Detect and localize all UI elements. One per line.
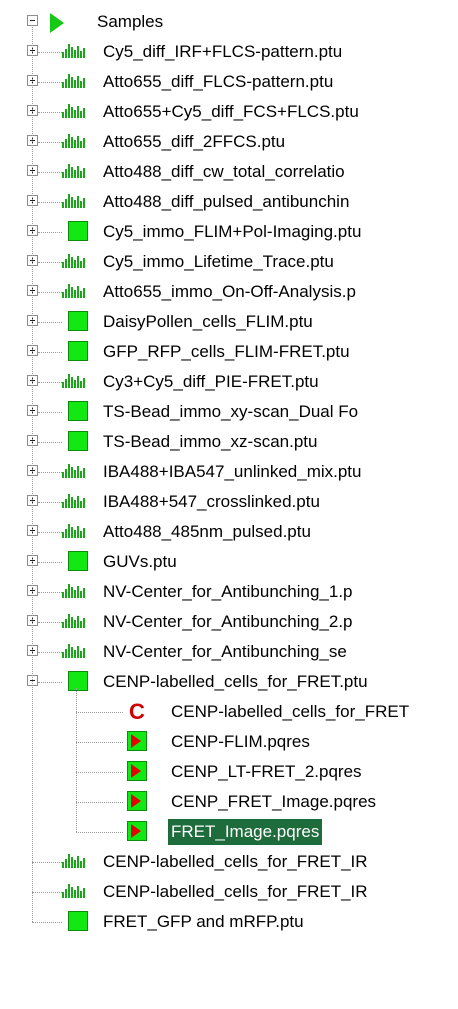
histogram-icon <box>60 487 88 517</box>
tree-item-label: Cy5_immo_Lifetime_Trace.ptu <box>103 252 334 271</box>
tree-item[interactable]: CENP-labelled_cells_for_FRET_IR <box>0 877 458 907</box>
tree-item[interactable]: DaisyPollen_cells_FLIM.ptu <box>0 307 458 337</box>
file-tree: Samples Cy5_diff_IRF+FLCS-pattern.ptu Atto… <box>0 0 458 1009</box>
histogram-icon <box>60 157 88 187</box>
tree-item[interactable]: GUVs.ptu <box>0 547 458 577</box>
tree-item-label: Atto655_diff_2FFCS.ptu <box>103 132 286 151</box>
tree-item[interactable]: NV-Center_for_Antibunching_2.p <box>0 607 458 637</box>
tree-item-label: Atto488_diff_pulsed_antibunchin <box>103 192 350 211</box>
play-icon <box>46 7 66 37</box>
histogram-icon <box>60 847 88 877</box>
tree-item-label: FRET_Image.pqres <box>168 819 323 845</box>
tree-item[interactable]: Cy5_immo_Lifetime_Trace.ptu <box>0 247 458 277</box>
tree-item[interactable]: Cy3+Cy5_diff_PIE-FRET.ptu <box>0 367 458 397</box>
tree-item[interactable]: Atto488_485nm_pulsed.ptu <box>0 517 458 547</box>
tree-child-item[interactable]: CENP_LT-FRET_2.pqres <box>0 757 458 787</box>
tree-item[interactable]: GFP_RFP_cells_FLIM-FRET.ptu <box>0 337 458 367</box>
tree-root-samples[interactable]: Samples <box>0 7 458 37</box>
tree-item[interactable]: Atto655+Cy5_diff_FCS+FLCS.ptu <box>0 97 458 127</box>
tree-item-label: FRET_GFP and mRFP.ptu <box>103 912 304 931</box>
histogram-icon <box>60 97 88 127</box>
tree-item[interactable]: Atto488_diff_cw_total_correlatio <box>0 157 458 187</box>
tree-item-label: Cy5_immo_FLIM+Pol-Imaging.ptu <box>103 222 362 241</box>
histogram-icon <box>60 577 88 607</box>
tree-item-label: Atto488_485nm_pulsed.ptu <box>103 522 311 541</box>
image-square-icon <box>68 671 88 691</box>
tree-item[interactable]: Atto488_diff_pulsed_antibunchin <box>0 187 458 217</box>
histogram-icon <box>60 637 88 667</box>
histogram-icon <box>60 127 88 157</box>
tree-child-item[interactable]: CENP-FLIM.pqres <box>0 727 458 757</box>
correlation-c-icon: C <box>129 699 145 724</box>
tree-item-label: IBA488+IBA547_unlinked_mix.ptu <box>103 462 362 481</box>
tree-item-label: NV-Center_for_Antibunching_2.p <box>103 612 353 631</box>
tree-item-selected[interactable]: FRET_Image.pqres <box>0 817 458 847</box>
image-square-icon <box>68 341 88 361</box>
tree-item[interactable]: IBA488+547_crosslinked.ptu <box>0 487 458 517</box>
histogram-icon <box>60 247 88 277</box>
result-play-icon <box>127 821 147 841</box>
tree-item-label: CENP-labelled_cells_for_FRET.ptu <box>103 672 368 691</box>
image-square-icon <box>68 431 88 451</box>
result-play-icon <box>127 731 147 751</box>
tree-child-item[interactable]: CENP_FRET_Image.pqres <box>0 787 458 817</box>
histogram-icon <box>60 457 88 487</box>
tree-item-label: IBA488+547_crosslinked.ptu <box>103 492 320 511</box>
tree-child-item[interactable]: C CENP-labelled_cells_for_FRET <box>0 697 458 727</box>
image-square-icon <box>68 551 88 571</box>
histogram-icon <box>60 277 88 307</box>
tree-item-label: DaisyPollen_cells_FLIM.ptu <box>103 312 313 331</box>
tree-item-label: Atto655+Cy5_diff_FCS+FLCS.ptu <box>103 102 359 121</box>
tree-item[interactable]: Atto655_immo_On-Off-Analysis.p <box>0 277 458 307</box>
tree-item-label: GUVs.ptu <box>103 552 177 571</box>
tree-item[interactable]: NV-Center_for_Antibunching_1.p <box>0 577 458 607</box>
tree-item-label: Atto488_diff_cw_total_correlatio <box>103 162 345 181</box>
tree-item-label: CENP-labelled_cells_for_FRET_IR <box>103 852 368 871</box>
image-square-icon <box>68 401 88 421</box>
tree-item[interactable]: Atto655_diff_FLCS-pattern.ptu <box>0 67 458 97</box>
tree-item[interactable]: FRET_GFP and mRFP.ptu <box>0 907 458 937</box>
tree-item[interactable]: IBA488+IBA547_unlinked_mix.ptu <box>0 457 458 487</box>
tree-item[interactable]: TS-Bead_immo_xy-scan_Dual Fo <box>0 397 458 427</box>
histogram-icon <box>60 67 88 97</box>
histogram-icon <box>60 517 88 547</box>
tree-guide-line <box>32 27 33 922</box>
tree-item-label: TS-Bead_immo_xy-scan_Dual Fo <box>103 402 359 421</box>
histogram-icon <box>60 37 88 67</box>
tree-item-label: Atto655_diff_FLCS-pattern.ptu <box>103 72 334 91</box>
tree-item-label: GFP_RFP_cells_FLIM-FRET.ptu <box>103 342 350 361</box>
tree-item[interactable]: CENP-labelled_cells_for_FRET.ptu <box>0 667 458 697</box>
tree-item[interactable]: TS-Bead_immo_xz-scan.ptu <box>0 427 458 457</box>
tree-item-label: TS-Bead_immo_xz-scan.ptu <box>103 432 318 451</box>
histogram-icon <box>60 187 88 217</box>
tree-item[interactable]: Cy5_diff_IRF+FLCS-pattern.ptu <box>0 37 458 67</box>
tree-item-label: CENP-labelled_cells_for_FRET <box>171 702 410 721</box>
result-play-icon <box>127 791 147 811</box>
histogram-icon <box>60 607 88 637</box>
tree-item[interactable]: Cy5_immo_FLIM+Pol-Imaging.ptu <box>0 217 458 247</box>
histogram-icon <box>60 367 88 397</box>
tree-item-label: Cy3+Cy5_diff_PIE-FRET.ptu <box>103 372 319 391</box>
image-square-icon <box>68 221 88 241</box>
tree-item-label: CENP-FLIM.pqres <box>171 732 310 751</box>
collapse-icon[interactable] <box>27 15 38 26</box>
tree-item-label: Atto655_immo_On-Off-Analysis.p <box>103 282 356 301</box>
histogram-icon <box>60 877 88 907</box>
image-square-icon <box>68 911 88 931</box>
tree-item-label: NV-Center_for_Antibunching_se <box>103 642 347 661</box>
tree-item-label: CENP-labelled_cells_for_FRET_IR <box>103 882 368 901</box>
tree-item-label: CENP_LT-FRET_2.pqres <box>171 762 362 781</box>
tree-guide-line <box>76 688 77 832</box>
tree-item-label: CENP_FRET_Image.pqres <box>171 792 377 811</box>
tree-item[interactable]: NV-Center_for_Antibunching_se <box>0 637 458 667</box>
tree-item[interactable]: CENP-labelled_cells_for_FRET_IR <box>0 847 458 877</box>
image-square-icon <box>68 311 88 331</box>
result-play-icon <box>127 761 147 781</box>
tree-item-label: Cy5_diff_IRF+FLCS-pattern.ptu <box>103 42 343 61</box>
tree-item-label: NV-Center_for_Antibunching_1.p <box>103 582 353 601</box>
tree-item[interactable]: Atto655_diff_2FFCS.ptu <box>0 127 458 157</box>
tree-item-label: Samples <box>97 12 164 31</box>
